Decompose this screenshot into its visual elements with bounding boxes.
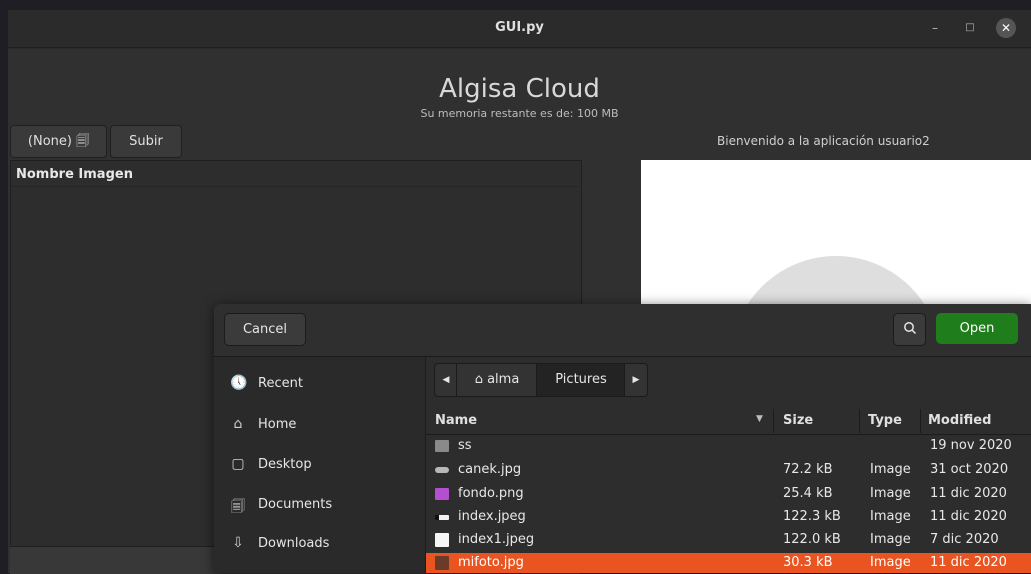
- path-home-button[interactable]: ⌂ alma: [456, 363, 538, 397]
- chevron-left-icon: ◀: [442, 375, 450, 385]
- image-icon: [435, 515, 449, 520]
- place-label: Home: [258, 417, 297, 432]
- file-modified: 11 dic 2020: [930, 509, 1007, 524]
- memory-text: Su memoria restante es de: 100 MB: [420, 107, 619, 120]
- minimize-button[interactable]: –: [926, 19, 944, 37]
- column-header-name[interactable]: Name: [435, 413, 477, 428]
- chevron-right-icon: ▶: [632, 375, 640, 385]
- close-button[interactable]: ✕: [996, 18, 1016, 38]
- file-name: index1.jpeg: [458, 532, 535, 547]
- window-title: GUI.py: [495, 20, 544, 35]
- file-name: fondo.png: [458, 486, 524, 501]
- folder-icon: [435, 440, 449, 452]
- place-label: Documents: [258, 497, 333, 512]
- image-icon: [435, 556, 449, 570]
- welcome-text: Bienvenido a la aplicación usuario2: [717, 134, 930, 148]
- download-icon: ⇩: [232, 535, 244, 551]
- file-type: Image: [870, 486, 911, 501]
- file-row[interactable]: fondo.png 25.4 kB Image 11 dic 2020: [426, 484, 1031, 505]
- home-icon: ⌂: [474, 372, 483, 387]
- file-type: Image: [870, 555, 911, 570]
- place-documents[interactable]: 🗐 Documents: [214, 485, 425, 525]
- cancel-button[interactable]: Cancel: [224, 313, 306, 346]
- sort-down-icon: ▼: [756, 414, 763, 424]
- column-separator: [920, 409, 921, 433]
- column-header-type[interactable]: Type: [868, 413, 902, 428]
- divider: [11, 186, 579, 187]
- place-downloads[interactable]: ⇩ Downloads: [214, 524, 425, 564]
- list-header[interactable]: Nombre Imagen: [16, 167, 133, 182]
- column-separator: [859, 409, 860, 433]
- places-sidebar: 🕔 Recent ⌂ Home ▢ Desktop 🗐 Documents ⇩ …: [214, 357, 426, 573]
- upload-button[interactable]: Subir: [110, 125, 182, 158]
- divider: [8, 48, 1031, 49]
- file-row[interactable]: canek.jpg 72.2 kB Image 31 oct 2020: [426, 460, 1031, 481]
- file-chooser-button[interactable]: (None) 🗐: [10, 125, 107, 158]
- file-name: index.jpeg: [458, 509, 526, 524]
- place-label: Recent: [258, 376, 303, 391]
- search-icon: [903, 321, 917, 337]
- file-size: 122.0 kB: [783, 532, 841, 547]
- place-desktop[interactable]: ▢ Desktop: [214, 445, 425, 485]
- column-header-size[interactable]: Size: [783, 413, 813, 428]
- file-type: Image: [870, 462, 911, 477]
- image-icon: [435, 467, 449, 473]
- place-label: Desktop: [258, 457, 312, 472]
- place-home[interactable]: ⌂ Home: [214, 405, 425, 445]
- clock-icon: 🕔: [230, 375, 248, 391]
- file-size: 72.2 kB: [783, 462, 833, 477]
- file-name: mifoto.jpg: [458, 555, 524, 570]
- place-label: Downloads: [258, 536, 330, 551]
- path-back-button[interactable]: ◀: [434, 363, 458, 397]
- path-current-button[interactable]: Pictures: [536, 363, 626, 397]
- image-icon: [435, 488, 449, 500]
- divider: [426, 434, 1031, 435]
- image-icon: [435, 533, 449, 547]
- open-button[interactable]: Open: [936, 313, 1018, 344]
- column-separator: [773, 409, 774, 433]
- file-size: 30.3 kB: [783, 555, 833, 570]
- dialog-header: Cancel Open: [214, 304, 1031, 357]
- maximize-button[interactable]: □: [961, 19, 979, 37]
- file-modified: 31 oct 2020: [930, 462, 1009, 477]
- app-title: Algisa Cloud: [439, 74, 600, 104]
- home-icon: ⌂: [233, 416, 243, 432]
- file-size: 25.4 kB: [783, 486, 833, 501]
- file-table: Name ▼ Size Type Modified ss 19 nov 2020…: [426, 405, 1031, 573]
- path-home-label: alma: [487, 372, 520, 387]
- file-row-selected[interactable]: mifoto.jpg 30.3 kB Image 11 dic 2020: [426, 553, 1031, 573]
- file-row[interactable]: index1.jpeg 122.0 kB Image 7 dic 2020: [426, 530, 1031, 551]
- file-type: Image: [870, 532, 911, 547]
- file-name: canek.jpg: [458, 462, 522, 477]
- file-row[interactable]: ss 19 nov 2020: [426, 436, 1031, 457]
- search-button[interactable]: [893, 313, 926, 346]
- titlebar[interactable]: GUI.py – □ ✕: [8, 10, 1031, 48]
- file-row[interactable]: index.jpeg 122.3 kB Image 11 dic 2020: [426, 507, 1031, 528]
- path-bar: ◀ ⌂ alma Pictures ▶: [426, 357, 1031, 405]
- file-name: ss: [458, 438, 472, 453]
- column-header-modified[interactable]: Modified: [928, 413, 991, 428]
- desktop-icon: ▢: [231, 456, 245, 472]
- file-modified: 11 dic 2020: [930, 555, 1007, 570]
- file-modified: 19 nov 2020: [930, 438, 1012, 453]
- document-icon: 🗐: [231, 499, 245, 515]
- file-size: 122.3 kB: [783, 509, 841, 524]
- file-modified: 7 dic 2020: [930, 532, 999, 547]
- file-type: Image: [870, 509, 911, 524]
- place-recent[interactable]: 🕔 Recent: [214, 364, 425, 404]
- file-dialog: Cancel Open 🕔 Recent ⌂ Home ▢ Desktop 🗐: [214, 304, 1031, 573]
- file-modified: 11 dic 2020: [930, 486, 1007, 501]
- path-forward-button[interactable]: ▶: [624, 363, 648, 397]
